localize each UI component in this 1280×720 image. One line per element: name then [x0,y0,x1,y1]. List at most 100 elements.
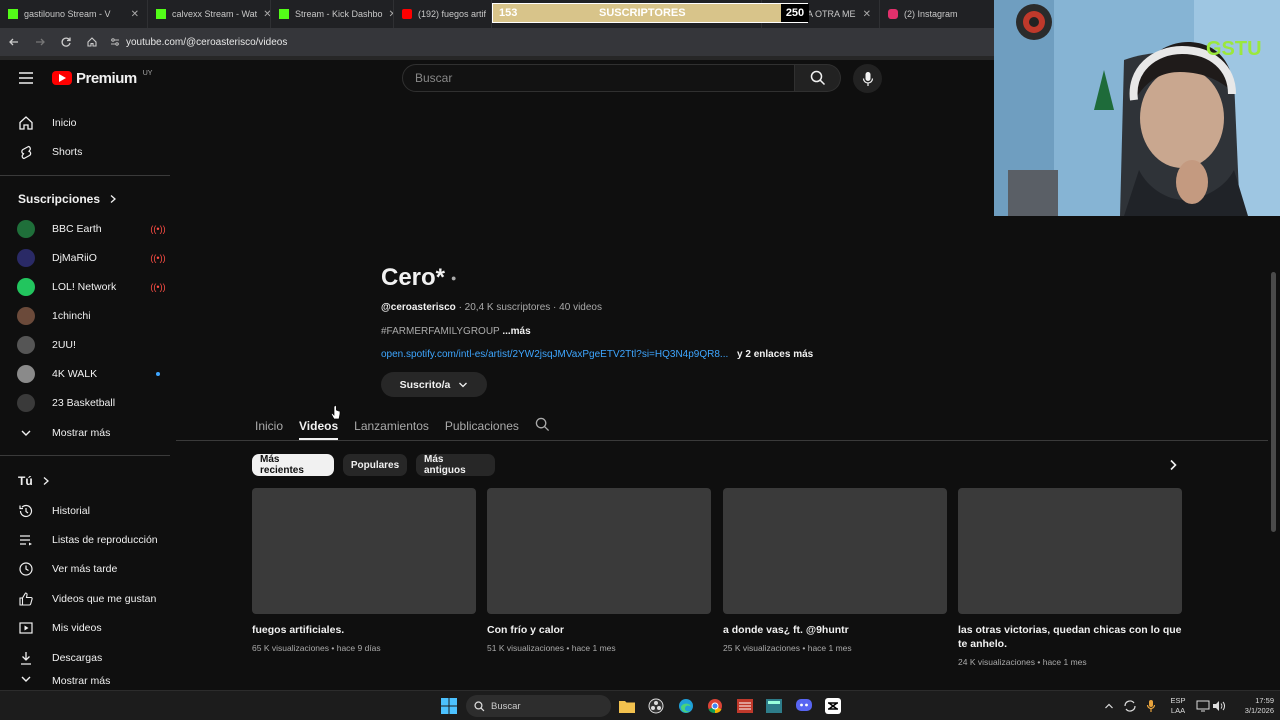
tab-lanzamientos[interactable]: Lanzamientos [354,419,429,433]
sidebar-item-subscription[interactable]: 2UU! [0,330,170,359]
show-more-you[interactable]: Mostrar más [0,673,170,690]
subscriber-goal-overlay: 153 SUSCRIPTORES [492,3,808,23]
sidebar-item-subscription[interactable]: DjMaRiiO ((•)) [0,243,170,272]
browser-tab[interactable]: gastilouno Stream - V ✕ [0,0,148,28]
microphone-icon[interactable] [1142,697,1160,715]
address-bar: youtube.com/@ceroasterisco/videos [0,28,994,56]
voice-search-button[interactable] [853,64,882,93]
chevron-right-icon [1170,459,1177,471]
spotify-link[interactable]: open.spotify.com/intl-es/artist/2YW2jsqJ… [381,349,728,360]
windows-taskbar: Buscar ESP LAA 17:59 3/1/2026 [0,690,1280,720]
chips-next-button[interactable] [1164,456,1182,474]
chevron-right-icon [110,195,117,203]
chevron-up-icon[interactable] [1100,697,1118,715]
video-thumbnail[interactable] [958,488,1182,614]
tab-videos[interactable]: Videos [299,419,338,433]
search-button[interactable] [795,64,841,92]
sidebar-item-subscription[interactable]: LOL! Network ((•)) [0,272,170,301]
close-icon[interactable]: ✕ [383,9,393,20]
artist-badge-icon: ● [451,273,457,283]
video-thumbnail[interactable] [252,488,476,614]
watch-later-icon [0,561,52,577]
sidebar-item-watch-later[interactable]: Ver más tarde [0,554,170,583]
browser-tab[interactable]: (2) Instagram [880,0,990,28]
kick-icon [156,9,166,19]
kick-icon [279,9,289,19]
sidebar-item-subscription[interactable]: 1chinchi [0,301,170,330]
sidebar-item-inicio[interactable]: Inicio [0,108,170,137]
channel-meta: @ceroasterisco · 20,4 K suscriptores · 4… [381,302,602,313]
sync-icon[interactable] [1121,697,1139,715]
edge-icon[interactable] [677,697,695,715]
volume-icon[interactable] [1210,697,1228,715]
video-title[interactable]: las otras victorias, quedan chicas con l… [958,623,1182,651]
sidebar-item-my-videos[interactable]: Mis videos [0,613,170,642]
browser-tab-active[interactable]: (192) fuegos artif [394,0,492,28]
download-icon [0,650,52,666]
channel-avatar [17,364,35,383]
my-videos-icon [0,620,52,636]
video-thumbnail[interactable] [723,488,947,614]
voicemeeter-icon[interactable] [736,697,754,715]
you-heading[interactable]: Tú [18,474,51,488]
url-field[interactable]: youtube.com/@ceroasterisco/videos [110,37,287,48]
menu-button[interactable] [0,72,52,84]
microphone-icon [862,71,873,86]
channel-avatar [17,335,35,354]
close-icon[interactable]: ✕ [857,9,871,20]
subscribed-button[interactable]: Suscrito/a [381,372,487,397]
reload-button[interactable] [54,30,78,54]
video-title[interactable]: Con frío y calor [487,623,711,637]
obs-icon[interactable] [647,697,665,715]
channel-description[interactable]: #FARMERFAMILYGROUP ...más [381,326,531,337]
browser-tab[interactable]: Stream - Kick Dashbo ✕ [271,0,394,28]
subscriptions-heading[interactable]: Suscripciones [18,192,118,206]
video-title[interactable]: a donde vas¿ ft. @9huntr [723,623,947,637]
search-icon [474,700,485,711]
show-more-subscriptions[interactable]: Mostrar más [0,418,170,447]
video-thumbnail[interactable] [487,488,711,614]
back-button[interactable] [2,30,26,54]
channel-avatar [17,248,35,267]
video-title[interactable]: fuegos artificiales. [252,623,476,637]
home-button[interactable] [80,30,104,54]
webcam-overlay: GSTU [994,0,1280,216]
sidebar-item-liked-videos[interactable]: Videos que me gustan [0,584,170,613]
sidebar-item-downloads[interactable]: Descargas [0,643,170,672]
sidebar-item-history[interactable]: Historial [0,496,170,525]
tab-publicaciones[interactable]: Publicaciones [445,419,519,433]
clock[interactable]: 17:59 3/1/2026 [1230,691,1274,720]
chevron-down-icon [0,673,52,685]
chip-mas-antiguos[interactable]: Más antiguos [416,454,495,476]
capcut-icon[interactable] [824,697,842,715]
chevron-down-icon [0,427,52,439]
chrome-icon[interactable] [706,697,724,715]
sidebar-item-subscription[interactable]: 4K WALK [0,359,170,388]
channel-search-button[interactable] [535,417,550,435]
sidebar-item-subscription[interactable]: BBC Earth ((•)) [0,214,170,243]
app-window-icon[interactable] [765,697,783,715]
close-icon[interactable]: ✕ [257,9,270,20]
taskbar-search[interactable]: Buscar [466,695,611,717]
chip-mas-recientes[interactable]: Más recientes [252,454,334,476]
youtube-premium-logo[interactable]: Premium UY [52,70,152,87]
new-content-dot [146,371,170,376]
windows-start-button[interactable] [440,697,458,715]
sidebar-item-shorts[interactable]: Shorts [0,137,170,166]
forward-button[interactable] [28,30,52,54]
discord-icon[interactable] [795,697,813,715]
search-input[interactable]: Buscar [402,64,795,92]
page-scrollbar[interactable] [1271,272,1276,532]
close-icon[interactable]: ✕ [125,9,139,20]
file-explorer-icon[interactable] [618,697,636,715]
sidebar-item-subscription[interactable]: 23 Basketball [0,388,170,417]
channel-avatar [17,393,35,412]
sidebar-item-playlists[interactable]: Listas de reproducción [0,525,170,554]
tab-inicio[interactable]: Inicio [255,419,283,433]
hamburger-icon [19,72,33,84]
more-links[interactable]: y 2 enlaces más [737,349,813,360]
language-indicator[interactable]: ESP LAA [1164,691,1192,720]
browser-tab[interactable]: calvexx Stream - Wat ✕ [148,0,271,28]
chip-populares[interactable]: Populares [343,454,407,476]
channel-avatar [17,219,35,238]
